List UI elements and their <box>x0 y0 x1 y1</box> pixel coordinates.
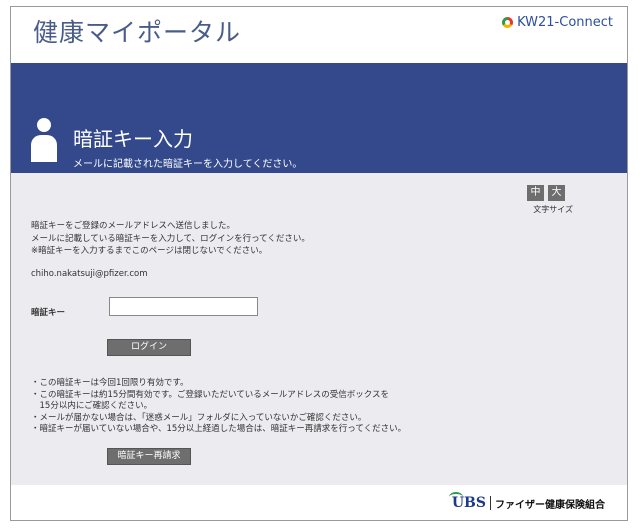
page-frame: 健康マイポータル KW21-Connect 暗証キー入力 メールに記載された暗証… <box>10 6 628 521</box>
message-line: 暗証キーをご登録のメールアドレスへ送信しました。 <box>31 221 236 231</box>
code-input[interactable] <box>109 297 258 316</box>
site-title[interactable]: 健康マイポータル <box>33 13 241 49</box>
header: 健康マイポータル KW21-Connect <box>11 7 627 63</box>
email-address: chiho.nakatsuji@pfizer.com <box>31 269 148 279</box>
resend-code-button[interactable]: 暗証キー再請求 <box>107 448 191 465</box>
font-size-label: 文字サイズ <box>533 205 573 214</box>
kw21-logo-icon <box>502 17 514 28</box>
brand-logo: KW21-Connect <box>502 15 613 30</box>
font-size-medium-button[interactable]: 中 <box>527 185 544 201</box>
org-name: ファイザー健康保険組合 <box>495 499 605 511</box>
note-item: ・この暗証キーは今回1回限り有効です。 <box>31 378 189 388</box>
font-size-control: 中 大 <box>527 185 565 201</box>
code-label: 暗証キー <box>31 308 66 318</box>
footer-logo: UBS ファイザー健康保険組合 <box>448 492 605 511</box>
note-item: ・暗証キーが届いていない場合や、15分以上経過した場合は、暗証キー再請求を行って… <box>31 424 407 434</box>
message-line: ※暗証キーを入力するまでこのページは閉じないでください。 <box>31 246 268 256</box>
footer: UBS ファイザー健康保険組合 <box>11 485 627 520</box>
page-banner: 暗証キー入力 メールに記載された暗証キーを入力してください。 <box>11 63 627 173</box>
login-button[interactable]: ログイン <box>107 339 191 356</box>
user-icon <box>31 118 57 162</box>
page-subtitle: メールに記載された暗証キーを入力してください。 <box>73 159 303 170</box>
main-content: 中 大 文字サイズ 暗証キーをご登録のメールアドレスへ送信しました。 メールに記… <box>11 173 627 485</box>
message-line: メールに記載している暗証キーを入力して、ログインを行ってください。 <box>31 233 310 244</box>
ubs-logo-icon: UBS <box>448 492 486 511</box>
note-item: ・メールが届かない場合は、「迷惑メール」フォルダに入っていないかご確認ください。 <box>31 412 367 423</box>
notes-list: ・この暗証キーは今回1回限り有効です。 ・この暗証キーは約15分間有効です。ご登… <box>31 378 406 436</box>
sent-message: 暗証キーをご登録のメールアドレスへ送信しました。 メールに記載している暗証キーを… <box>31 220 310 258</box>
brand-name: KW21-Connect <box>517 15 613 30</box>
note-item: 15分以内にご確認ください。 <box>31 401 153 411</box>
page-title: 暗証キー入力 <box>73 127 193 151</box>
font-size-large-button[interactable]: 大 <box>548 185 565 201</box>
footer-divider <box>490 496 491 510</box>
note-item: ・この暗証キーは約15分間有効です。ご登録いただいているメールアドレスの受信ボッ… <box>31 389 389 400</box>
